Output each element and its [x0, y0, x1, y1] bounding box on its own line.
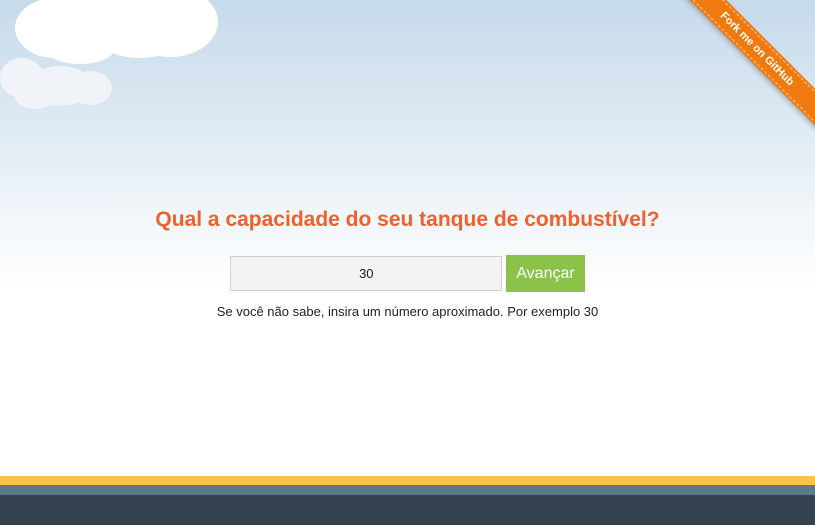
fork-on-github-ribbon[interactable]: Fork me on GitHub [678, 0, 815, 128]
github-ribbon-container: Fork me on GitHub [665, 0, 815, 150]
footer-stripe-yellow [0, 476, 815, 485]
footer-stripe-blue [0, 485, 815, 495]
page-title: Qual a capacidade do seu tanque de combu… [155, 208, 660, 231]
footer-bar [0, 495, 815, 525]
next-button[interactable]: Avançar [506, 255, 585, 292]
capacity-form: Avançar [0, 255, 815, 292]
main-content: Qual a capacidade do seu tanque de combu… [0, 204, 815, 319]
capacity-input[interactable] [230, 256, 503, 291]
hint-text: Se você não sabe, insira um número aprox… [216, 304, 599, 319]
clouds-decoration [0, 0, 218, 109]
